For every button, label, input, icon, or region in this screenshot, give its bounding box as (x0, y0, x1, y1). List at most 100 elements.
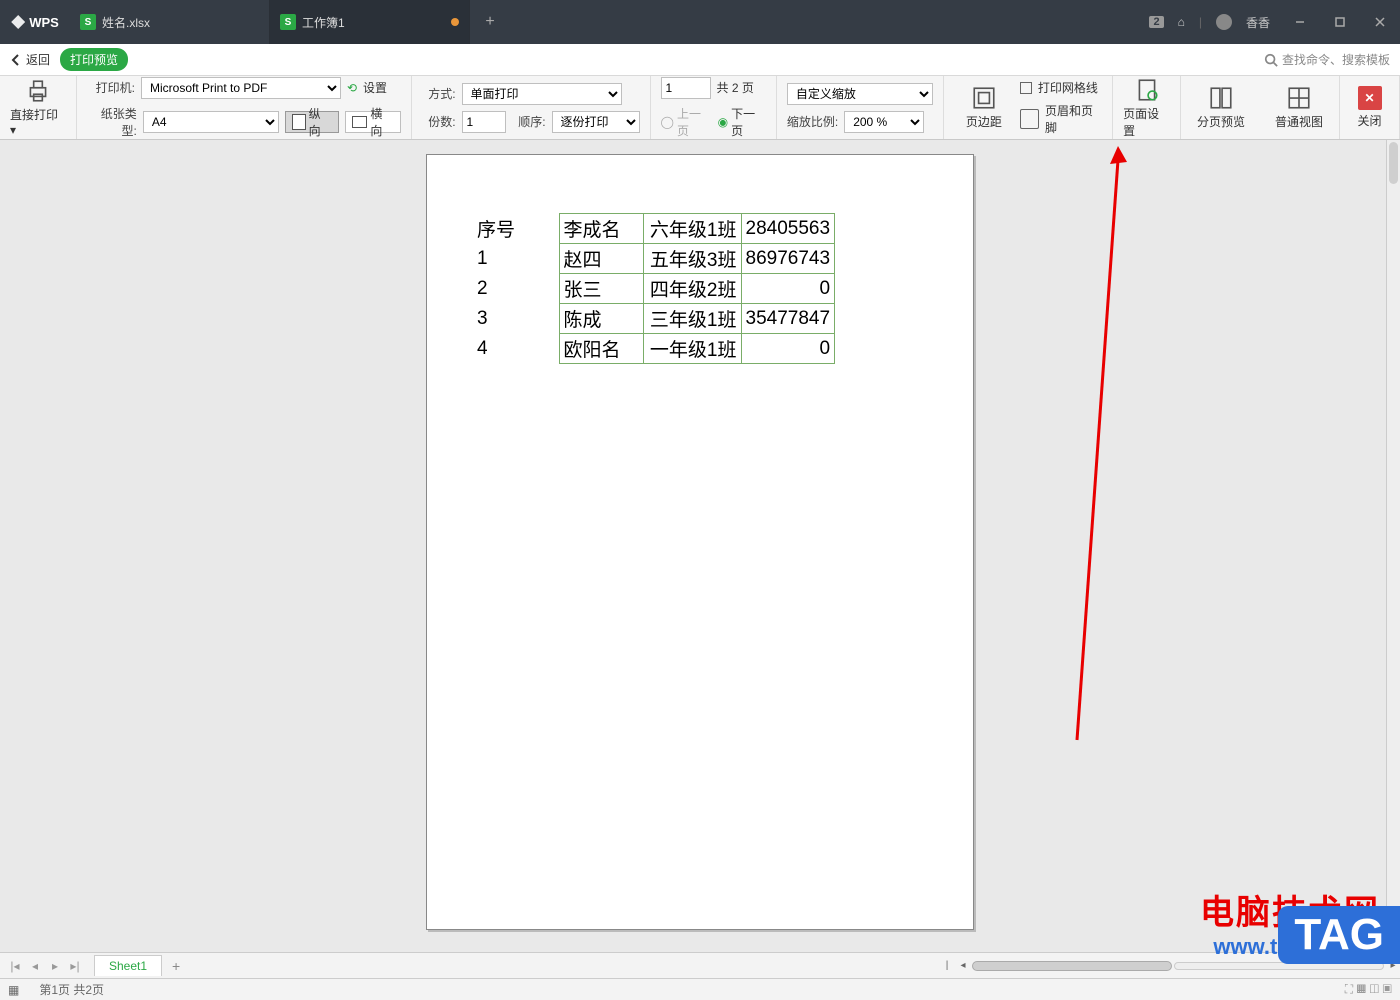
cell-name: 张三 (559, 274, 643, 304)
order-label: 顺序: (512, 113, 546, 130)
page-total: 共 2 页 (717, 79, 754, 96)
cell-name: 李成名 (559, 214, 643, 244)
portrait-icon (292, 114, 306, 130)
paper-label: 纸张类型: (87, 105, 137, 139)
table-row: 序号 李成名 六年级1班 28405563 (473, 214, 835, 244)
data-table: 序号 李成名 六年级1班 28405563 1 赵四 五年级3班 8697674… (473, 213, 835, 364)
notification-badge[interactable]: 2 (1149, 16, 1163, 28)
normal-view-button[interactable]: 普通视图 (1269, 85, 1329, 130)
zoom-label: 缩放比例: (787, 113, 838, 130)
chevron-left-icon (10, 54, 22, 66)
user-avatar-icon[interactable] (1216, 14, 1232, 30)
table-row: 1 赵四 五年级3班 86976743 (473, 244, 835, 274)
print-mode-select[interactable]: 单面打印 (462, 83, 622, 105)
back-label: 返回 (26, 51, 50, 68)
zoom-mode-select[interactable]: 自定义缩放 (787, 83, 933, 105)
page-number-input[interactable] (661, 77, 711, 99)
cell-num: 0 (741, 334, 835, 364)
command-search[interactable]: 查找命令、搜索模板 (1264, 51, 1390, 68)
cell-seq: 4 (473, 334, 559, 364)
copies-label: 份数: (422, 113, 456, 130)
wps-home-button[interactable]: WPS (0, 0, 70, 44)
circle-right-icon: ◉ (718, 115, 728, 129)
tab-label: 姓名.xlsx (102, 14, 259, 31)
cell-name: 陈成 (559, 304, 643, 334)
copies-input[interactable] (462, 111, 506, 133)
orientation-landscape-button[interactable]: 横向 (345, 111, 401, 133)
page-setup-icon (1134, 77, 1160, 103)
cell-num: 0 (741, 274, 835, 304)
sheet-nav[interactable]: |◂◂▸▸| (0, 959, 90, 973)
print-preview-pill: 打印预览 (60, 48, 128, 71)
preview-workspace[interactable]: 序号 李成名 六年级1班 28405563 1 赵四 五年级3班 8697674… (0, 140, 1400, 952)
zoom-select[interactable]: 200 % (844, 111, 924, 133)
reading-layout-icon[interactable]: ▦ (8, 983, 19, 997)
page-preview: 序号 李成名 六年级1班 28405563 1 赵四 五年级3班 8697674… (426, 154, 974, 930)
add-sheet-button[interactable]: + (162, 958, 190, 974)
margins-icon (971, 85, 997, 111)
order-select[interactable]: 逐份打印 (552, 111, 640, 133)
cell-class: 四年级2班 (643, 274, 741, 304)
annotation-arrow (1000, 140, 1140, 750)
title-bar: WPS S 姓名.xlsx S 工作簿1 + 2 ⌂ | 香香 (0, 0, 1400, 44)
printer-settings-button[interactable]: 设置 (363, 79, 387, 96)
orientation-portrait-button[interactable]: 纵向 (285, 111, 339, 133)
cell-num: 28405563 (741, 214, 835, 244)
landscape-icon (352, 116, 368, 128)
table-row: 3 陈成 三年级1班 35477847 (473, 304, 835, 334)
table-row: 4 欧阳名 一年级1班 0 (473, 334, 835, 364)
page-setup-button[interactable]: 页面设置 (1113, 76, 1181, 139)
new-tab-button[interactable]: + (470, 0, 510, 44)
header-footer-button[interactable]: 页眉和页脚 (1020, 102, 1102, 136)
apps-icon[interactable]: ⌂ (1178, 15, 1185, 29)
search-placeholder: 查找命令、搜索模板 (1282, 51, 1390, 68)
sheet-bar: |◂◂▸▸| Sheet1 + |◂▸ (0, 952, 1400, 978)
wps-label: WPS (29, 15, 59, 30)
direct-print-button[interactable]: 直接打印 ▾ (0, 76, 77, 139)
cell-class: 三年级1班 (643, 304, 741, 334)
username[interactable]: 香香 (1246, 14, 1270, 31)
tab-label: 工作簿1 (302, 14, 445, 31)
cell-class: 五年级3班 (643, 244, 741, 274)
window-maximize-button[interactable] (1320, 0, 1360, 44)
sheet-tab[interactable]: Sheet1 (94, 955, 162, 976)
cell-num: 35477847 (741, 304, 835, 334)
page-break-preview-button[interactable]: 分页预览 (1191, 85, 1251, 130)
ribbon: 直接打印 ▾ 打印机: Microsoft Print to PDF ⟲ 设置 … (0, 76, 1400, 140)
printer-select[interactable]: Microsoft Print to PDF (141, 77, 341, 99)
circle-left-icon: ◯ (661, 115, 674, 129)
grid-icon (1286, 85, 1312, 111)
printer-label: 打印机: (87, 79, 135, 96)
watermark-tag: TAG (1278, 906, 1400, 964)
margins-button[interactable]: 页边距 (954, 85, 1014, 130)
header-footer-icon (1020, 109, 1039, 129)
spreadsheet-icon: S (280, 14, 296, 30)
document-tab[interactable]: S 姓名.xlsx (70, 0, 270, 44)
vertical-scrollbar[interactable] (1386, 140, 1400, 952)
cell-name: 欧阳名 (559, 334, 643, 364)
printer-icon (25, 78, 51, 104)
table-row: 2 张三 四年级2班 0 (473, 274, 835, 304)
cell-seq: 3 (473, 304, 559, 334)
spreadsheet-icon: S (80, 14, 96, 30)
cell-num: 86976743 (741, 244, 835, 274)
back-button[interactable]: 返回 (10, 51, 50, 68)
window-close-button[interactable] (1360, 0, 1400, 44)
next-page-button[interactable]: ◉下一页 (718, 105, 766, 139)
preview-header: 返回 打印预览 查找命令、搜索模板 (0, 44, 1400, 76)
paper-select[interactable]: A4 (143, 111, 279, 133)
page-break-icon (1208, 85, 1234, 111)
close-preview-button[interactable]: ✕ 关闭 (1340, 76, 1400, 139)
cell-class: 六年级1班 (643, 214, 741, 244)
seq-header: 序号 (473, 214, 559, 244)
cell-seq: 2 (473, 274, 559, 304)
view-controls[interactable]: ⛶ ▦ ◫ ▣ (1345, 982, 1392, 997)
prev-page-button[interactable]: ◯上一页 (661, 105, 712, 139)
checkbox-icon (1020, 82, 1032, 94)
window-minimize-button[interactable] (1280, 0, 1320, 44)
search-icon (1264, 53, 1278, 67)
wps-logo-icon (11, 15, 25, 29)
cell-seq: 1 (473, 244, 559, 274)
print-gridlines-checkbox[interactable]: 打印网格线 (1020, 79, 1102, 96)
document-tab-active[interactable]: S 工作簿1 (270, 0, 470, 44)
